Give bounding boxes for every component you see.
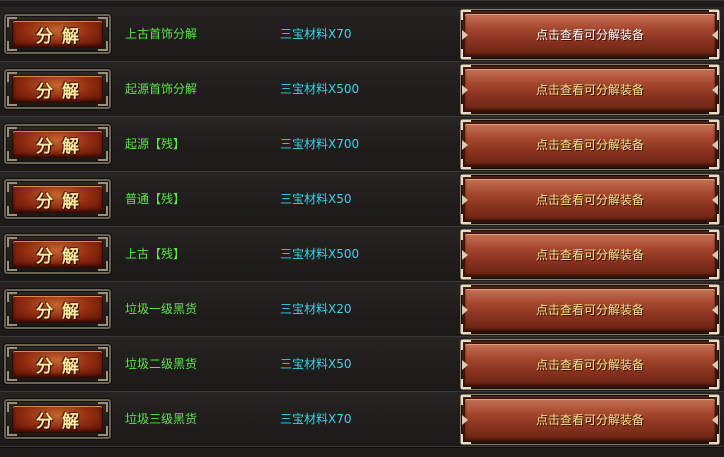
view-button-label: 点击查看可分解装备 — [535, 303, 644, 317]
arrow-right-icon — [712, 194, 718, 205]
arrow-left-icon — [462, 194, 468, 205]
decompose-button[interactable]: 分解 — [4, 289, 111, 329]
view-decomposable-button[interactable]: 点击查看可分解装备 — [460, 394, 720, 445]
decompose-button-label: 分解 — [36, 246, 88, 267]
item-name: 上古【残】 — [125, 247, 186, 261]
view-decomposable-button[interactable]: 点击查看可分解装备 — [460, 64, 720, 115]
decompose-list-panel: 分解 上古首饰分解 三宝材料X70 点击查看可分解装备 分解 起源首饰分解 三宝… — [0, 0, 724, 457]
view-decomposable-button[interactable]: 点击查看可分解装备 — [460, 229, 720, 280]
list-row: 分解 起源【残】 三宝材料X700 点击查看可分解装备 — [0, 117, 724, 173]
arrow-left-icon — [462, 304, 468, 315]
view-decomposable-button[interactable]: 点击查看可分解装备 — [460, 119, 720, 170]
decompose-button-label: 分解 — [36, 411, 88, 432]
view-decomposable-button[interactable]: 点击查看可分解装备 — [460, 284, 720, 335]
decompose-button[interactable]: 分解 — [4, 14, 111, 54]
decompose-button-label: 分解 — [36, 356, 88, 377]
decompose-button[interactable]: 分解 — [4, 69, 111, 109]
arrow-right-icon — [712, 84, 718, 95]
decompose-button[interactable]: 分解 — [4, 179, 111, 219]
list-row: 分解 垃圾二级黑货 三宝材料X50 点击查看可分解装备 — [0, 337, 724, 393]
decompose-button-label: 分解 — [36, 26, 88, 47]
list-row: 分解 上古【残】 三宝材料X500 点击查看可分解装备 — [0, 227, 724, 283]
arrow-left-icon — [462, 414, 468, 425]
decompose-button[interactable]: 分解 — [4, 344, 111, 384]
item-name: 普通【残】 — [125, 192, 186, 206]
item-name: 上古首饰分解 — [125, 27, 198, 41]
reward-text: 三宝材料X70 — [280, 412, 352, 426]
view-decomposable-button[interactable]: 点击查看可分解装备 — [460, 174, 720, 225]
decompose-button-label: 分解 — [36, 301, 88, 322]
decompose-button[interactable]: 分解 — [4, 399, 111, 439]
reward-text: 三宝材料X500 — [280, 82, 360, 96]
list-row: 分解 上古首饰分解 三宝材料X70 点击查看可分解装备 — [0, 7, 724, 63]
decompose-button-label: 分解 — [36, 136, 88, 157]
item-name: 起源【残】 — [125, 137, 186, 151]
arrow-right-icon — [712, 414, 718, 425]
arrow-right-icon — [712, 29, 718, 40]
view-button-label: 点击查看可分解装备 — [535, 413, 644, 427]
view-decomposable-button[interactable]: 点击查看可分解装备 — [460, 339, 720, 390]
item-name: 垃圾一级黑货 — [125, 302, 198, 316]
decompose-button[interactable]: 分解 — [4, 124, 111, 164]
decompose-button[interactable]: 分解 — [4, 234, 111, 274]
view-button-label: 点击查看可分解装备 — [535, 248, 644, 262]
arrow-left-icon — [462, 139, 468, 150]
arrow-left-icon — [462, 249, 468, 260]
reward-text: 三宝材料X50 — [280, 357, 352, 371]
reward-text: 三宝材料X50 — [280, 192, 352, 206]
view-button-label: 点击查看可分解装备 — [535, 28, 644, 42]
list-row: 分解 垃圾三级黑货 三宝材料X70 点击查看可分解装备 — [0, 392, 724, 448]
view-button-label: 点击查看可分解装备 — [535, 83, 644, 97]
item-name: 垃圾三级黑货 — [125, 412, 198, 426]
arrow-right-icon — [712, 359, 718, 370]
item-name: 垃圾二级黑货 — [125, 357, 198, 371]
view-button-label: 点击查看可分解装备 — [535, 358, 644, 372]
list-row: 分解 普通【残】 三宝材料X50 点击查看可分解装备 — [0, 172, 724, 228]
arrow-right-icon — [712, 139, 718, 150]
list-row: 分解 起源首饰分解 三宝材料X500 点击查看可分解装备 — [0, 62, 724, 118]
list-row: 分解 垃圾一级黑货 三宝材料X20 点击查看可分解装备 — [0, 282, 724, 338]
view-button-label: 点击查看可分解装备 — [535, 138, 644, 152]
reward-text: 三宝材料X500 — [280, 247, 360, 261]
view-button-label: 点击查看可分解装备 — [535, 193, 644, 207]
decompose-button-label: 分解 — [36, 191, 88, 212]
reward-text: 三宝材料X70 — [280, 27, 352, 41]
arrow-left-icon — [462, 359, 468, 370]
reward-text: 三宝材料X20 — [280, 302, 352, 316]
view-decomposable-button[interactable]: 点击查看可分解装备 — [460, 9, 720, 60]
arrow-right-icon — [712, 304, 718, 315]
decompose-button-label: 分解 — [36, 81, 88, 102]
arrow-left-icon — [462, 29, 468, 40]
arrow-right-icon — [712, 249, 718, 260]
arrow-left-icon — [462, 84, 468, 95]
item-name: 起源首饰分解 — [125, 82, 198, 96]
reward-text: 三宝材料X700 — [280, 137, 360, 151]
